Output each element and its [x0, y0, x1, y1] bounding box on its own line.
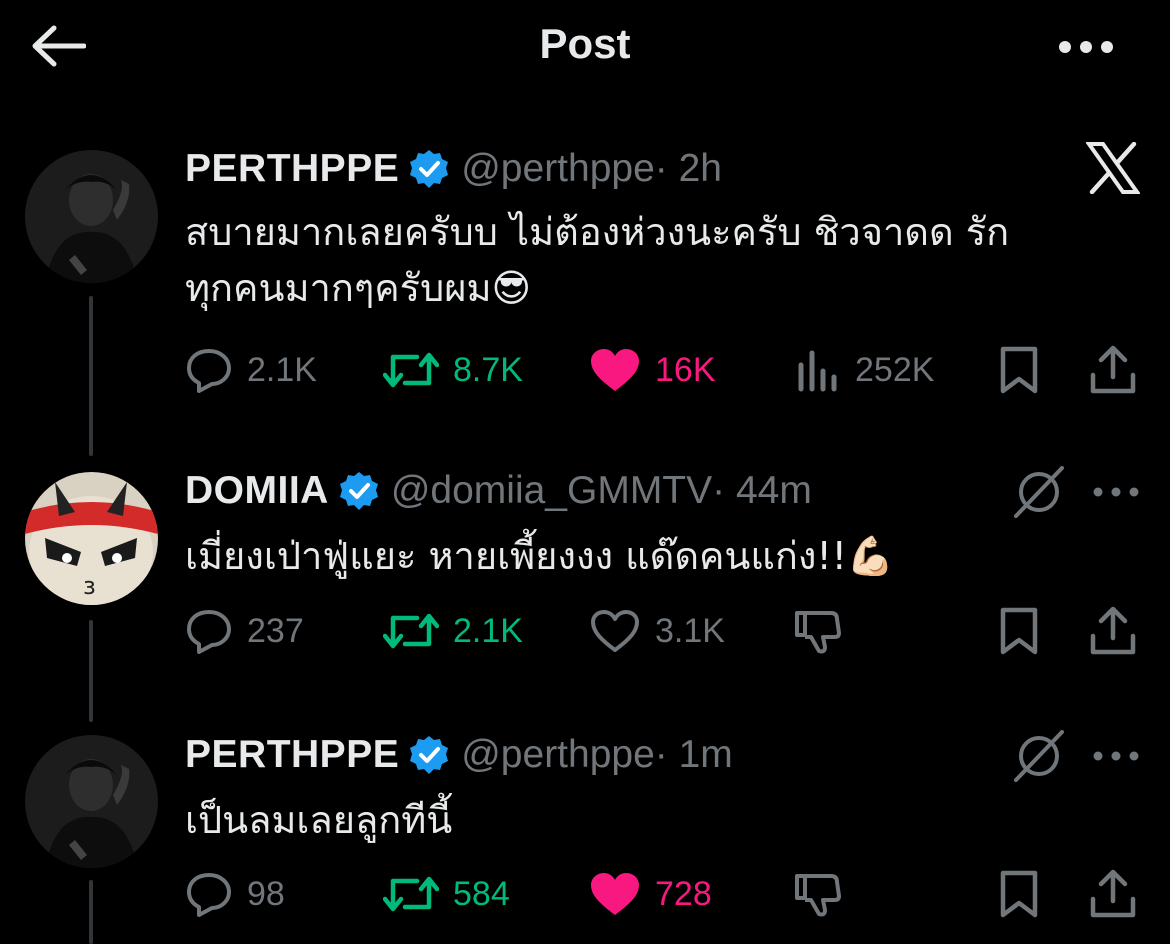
display-name[interactable]: DOMIIA — [185, 469, 329, 513]
tweet-header: DOMIIA @domiia_GMMTV · 44m — [185, 466, 812, 516]
like-count: 16K — [655, 350, 716, 389]
reply-icon — [187, 873, 231, 917]
share-icon — [1090, 345, 1136, 394]
tweet-text-line: สบายมากเลยครับบ ไม่ต้องห่วงนะครับ ชิวจาด… — [185, 210, 1010, 254]
tweet-header: PERTHPPE @perthppe · 2h — [185, 144, 722, 194]
user-handle[interactable]: @domiia_GMMTV — [391, 469, 712, 513]
avatar[interactable]: з — [25, 472, 158, 605]
repost-count: 8.7K — [453, 350, 523, 389]
share-button[interactable] — [1089, 866, 1137, 922]
views-count: 252K — [855, 350, 935, 389]
timestamp[interactable]: · 2h — [655, 147, 722, 191]
repost-button[interactable]: 584 — [383, 866, 510, 922]
x-logo-icon — [1086, 142, 1140, 194]
thread-line — [89, 620, 93, 722]
display-name[interactable]: PERTHPPE — [185, 733, 399, 777]
share-button[interactable] — [1089, 603, 1137, 659]
downvote-button[interactable] — [793, 603, 843, 659]
like-button[interactable]: 728 — [589, 866, 712, 922]
repost-icon — [383, 876, 439, 912]
thread-line — [89, 880, 93, 944]
downvote-button[interactable] — [793, 866, 843, 922]
like-button[interactable]: 16K — [589, 342, 716, 398]
more-icon[interactable] — [1092, 750, 1140, 762]
share-button[interactable] — [1089, 342, 1137, 398]
repost-icon — [383, 352, 439, 388]
action-bar: 98 584 728 — [185, 866, 1145, 922]
sunglasses-emoji: 😎 — [491, 266, 532, 310]
more-icon[interactable] — [1092, 486, 1140, 498]
repost-count: 2.1K — [453, 611, 523, 650]
tweet-text-line: ทุกคนมากๆครับผม😎 — [185, 266, 532, 310]
share-icon — [1090, 869, 1136, 918]
verified-badge-icon — [410, 150, 449, 188]
bookmark-button[interactable] — [997, 603, 1041, 659]
like-button[interactable]: 3.1K — [589, 603, 725, 659]
reply-count: 98 — [247, 874, 285, 913]
grok-icon[interactable] — [1010, 466, 1068, 518]
tweet-text: สบายมากเลยครับบ ไม่ต้องห่วงนะครับ ชิวจาด… — [185, 204, 1115, 316]
timestamp[interactable]: · 44m — [712, 469, 812, 513]
views-button[interactable]: 252K — [795, 342, 934, 398]
action-bar: 2.1K 8.7K 16K 252K — [185, 342, 1145, 398]
like-count: 728 — [655, 874, 712, 913]
action-bar: 237 2.1K 3.1K — [185, 603, 1145, 659]
page-title: Post — [539, 20, 631, 67]
tweet-text-line: เป็นลมเลยลูกทีนี้ — [185, 798, 453, 842]
repost-icon — [383, 613, 439, 649]
reply-button[interactable]: 237 — [185, 603, 304, 659]
share-icon — [1090, 606, 1136, 655]
repost-count: 584 — [453, 874, 510, 913]
like-icon — [591, 349, 639, 391]
verified-badge-icon — [410, 736, 449, 774]
like-icon — [591, 610, 639, 652]
reply-button[interactable]: 98 — [185, 866, 285, 922]
avatar[interactable] — [25, 150, 158, 283]
reply-icon — [187, 349, 231, 393]
downvote-icon — [795, 611, 841, 654]
tweet-text: เมี่ยงเป่าฟู่แยะ หายเพี้ยงงง แด๊ดคนแก่ง!… — [185, 528, 1115, 584]
avatar[interactable] — [25, 735, 158, 868]
user-handle[interactable]: @perthppe — [461, 147, 655, 191]
user-handle[interactable]: @perthppe — [461, 733, 655, 777]
display-name[interactable]: PERTHPPE — [185, 147, 399, 191]
like-count: 3.1K — [655, 611, 725, 650]
views-icon — [798, 350, 837, 392]
repost-button[interactable]: 2.1K — [383, 603, 523, 659]
like-icon — [591, 873, 639, 915]
downvote-icon — [795, 874, 841, 917]
svg-text:з: з — [83, 572, 96, 600]
bookmark-icon — [1000, 346, 1038, 394]
more-icon[interactable] — [1058, 40, 1114, 54]
grok-icon[interactable] — [1010, 730, 1068, 782]
repost-button[interactable]: 8.7K — [383, 342, 523, 398]
bookmark-icon — [1000, 870, 1038, 918]
flexed-biceps-emoji: 💪🏻 — [846, 534, 895, 578]
reply-count: 2.1K — [247, 350, 317, 389]
bookmark-button[interactable] — [997, 342, 1041, 398]
verified-badge-icon — [339, 472, 378, 510]
reply-button[interactable]: 2.1K — [185, 342, 317, 398]
reply-icon — [187, 610, 231, 654]
thread-line — [89, 296, 93, 456]
tweet-text-line: เมี่ยงเป่าฟู่แยะ หายเพี้ยงงง แด๊ดคนแก่ง!… — [185, 534, 895, 578]
bookmark-icon — [1000, 607, 1038, 655]
timestamp[interactable]: · 1m — [655, 733, 733, 777]
top-bar: Post — [0, 0, 1170, 95]
tweet-text: เป็นลมเลยลูกทีนี้ — [185, 792, 1115, 848]
reply-count: 237 — [247, 611, 304, 650]
bookmark-button[interactable] — [997, 866, 1041, 922]
tweet-header: PERTHPPE @perthppe · 1m — [185, 730, 733, 780]
